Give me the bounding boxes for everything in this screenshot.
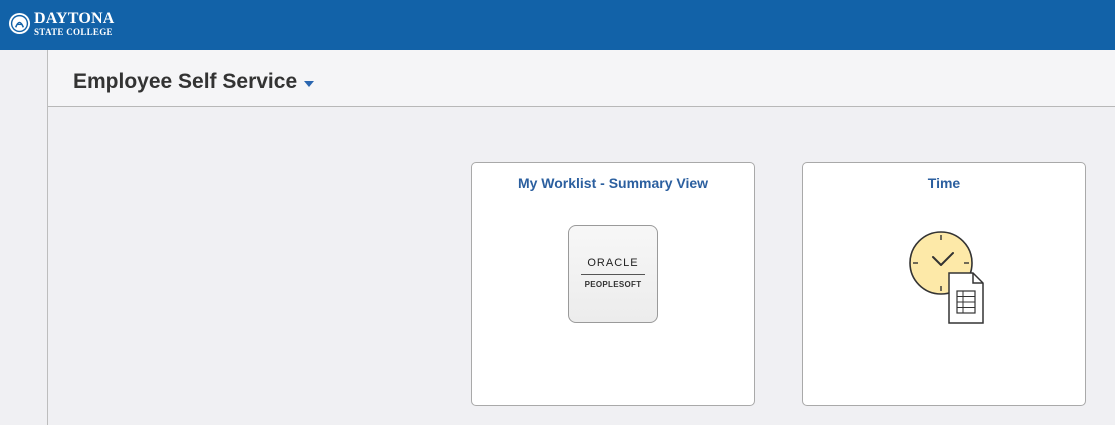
clock-timesheet-icon [909, 231, 984, 324]
oracle-peoplesoft-logo-icon: ORACLE PEOPLESOFT [568, 225, 658, 323]
brand-subtitle: STATE COLLEGE [34, 27, 113, 37]
oracle-word: ORACLE [587, 257, 639, 269]
brand-name: DAYTONA [34, 10, 115, 27]
page-header: Employee Self Service [48, 50, 1115, 107]
tile-my-worklist[interactable]: My Worklist - Summary View ORACLE PEOPLE… [471, 162, 755, 406]
tile-time[interactable]: Time [802, 162, 1086, 406]
logo-divider [581, 274, 645, 275]
homepage-selector[interactable]: Employee Self Service [73, 70, 315, 94]
tile-title-worklist: My Worklist - Summary View [517, 175, 709, 191]
college-logo[interactable]: DAYTONA STATE COLLEGE [8, 11, 115, 37]
peoplesoft-word: PEOPLESOFT [584, 280, 642, 289]
top-banner: DAYTONA STATE COLLEGE [0, 0, 1115, 50]
college-seal-icon [8, 12, 31, 35]
page-title: Employee Self Service [73, 70, 298, 93]
dropdown-caret-icon[interactable] [304, 80, 315, 87]
tile-title-time: Time [927, 175, 961, 191]
